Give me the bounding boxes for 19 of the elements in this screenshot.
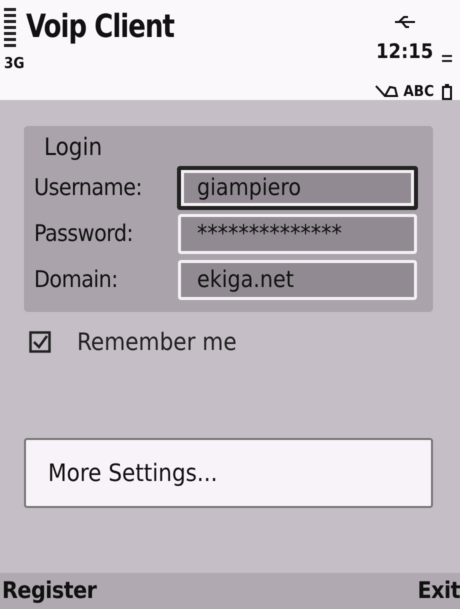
app-title: Voip Client bbox=[26, 6, 174, 47]
field-label: Password: bbox=[34, 221, 134, 247]
field-label: Domain: bbox=[34, 267, 119, 293]
more-settings-button[interactable]: More Settings... bbox=[24, 438, 433, 508]
input-field[interactable]: ************** bbox=[178, 214, 417, 254]
section-heading: Login bbox=[43, 132, 104, 162]
signal-strength-icon bbox=[4, 8, 16, 50]
input-mode-indicator: ABC bbox=[403, 82, 434, 100]
field-label: Username: bbox=[34, 175, 143, 201]
usb-icon bbox=[394, 14, 416, 29]
input-field[interactable]: giampiero bbox=[177, 166, 418, 210]
checkbox[interactable] bbox=[29, 331, 51, 353]
right-softkey[interactable]: Exit bbox=[418, 578, 460, 604]
left-softkey[interactable]: Register bbox=[2, 578, 96, 604]
clock: 12:15 bbox=[376, 39, 434, 64]
checkbox-label: Remember me bbox=[77, 328, 237, 356]
battery-icon bbox=[442, 84, 452, 100]
input-field[interactable]: ekiga.net bbox=[178, 260, 417, 300]
network-indicator: 3G bbox=[4, 54, 26, 72]
